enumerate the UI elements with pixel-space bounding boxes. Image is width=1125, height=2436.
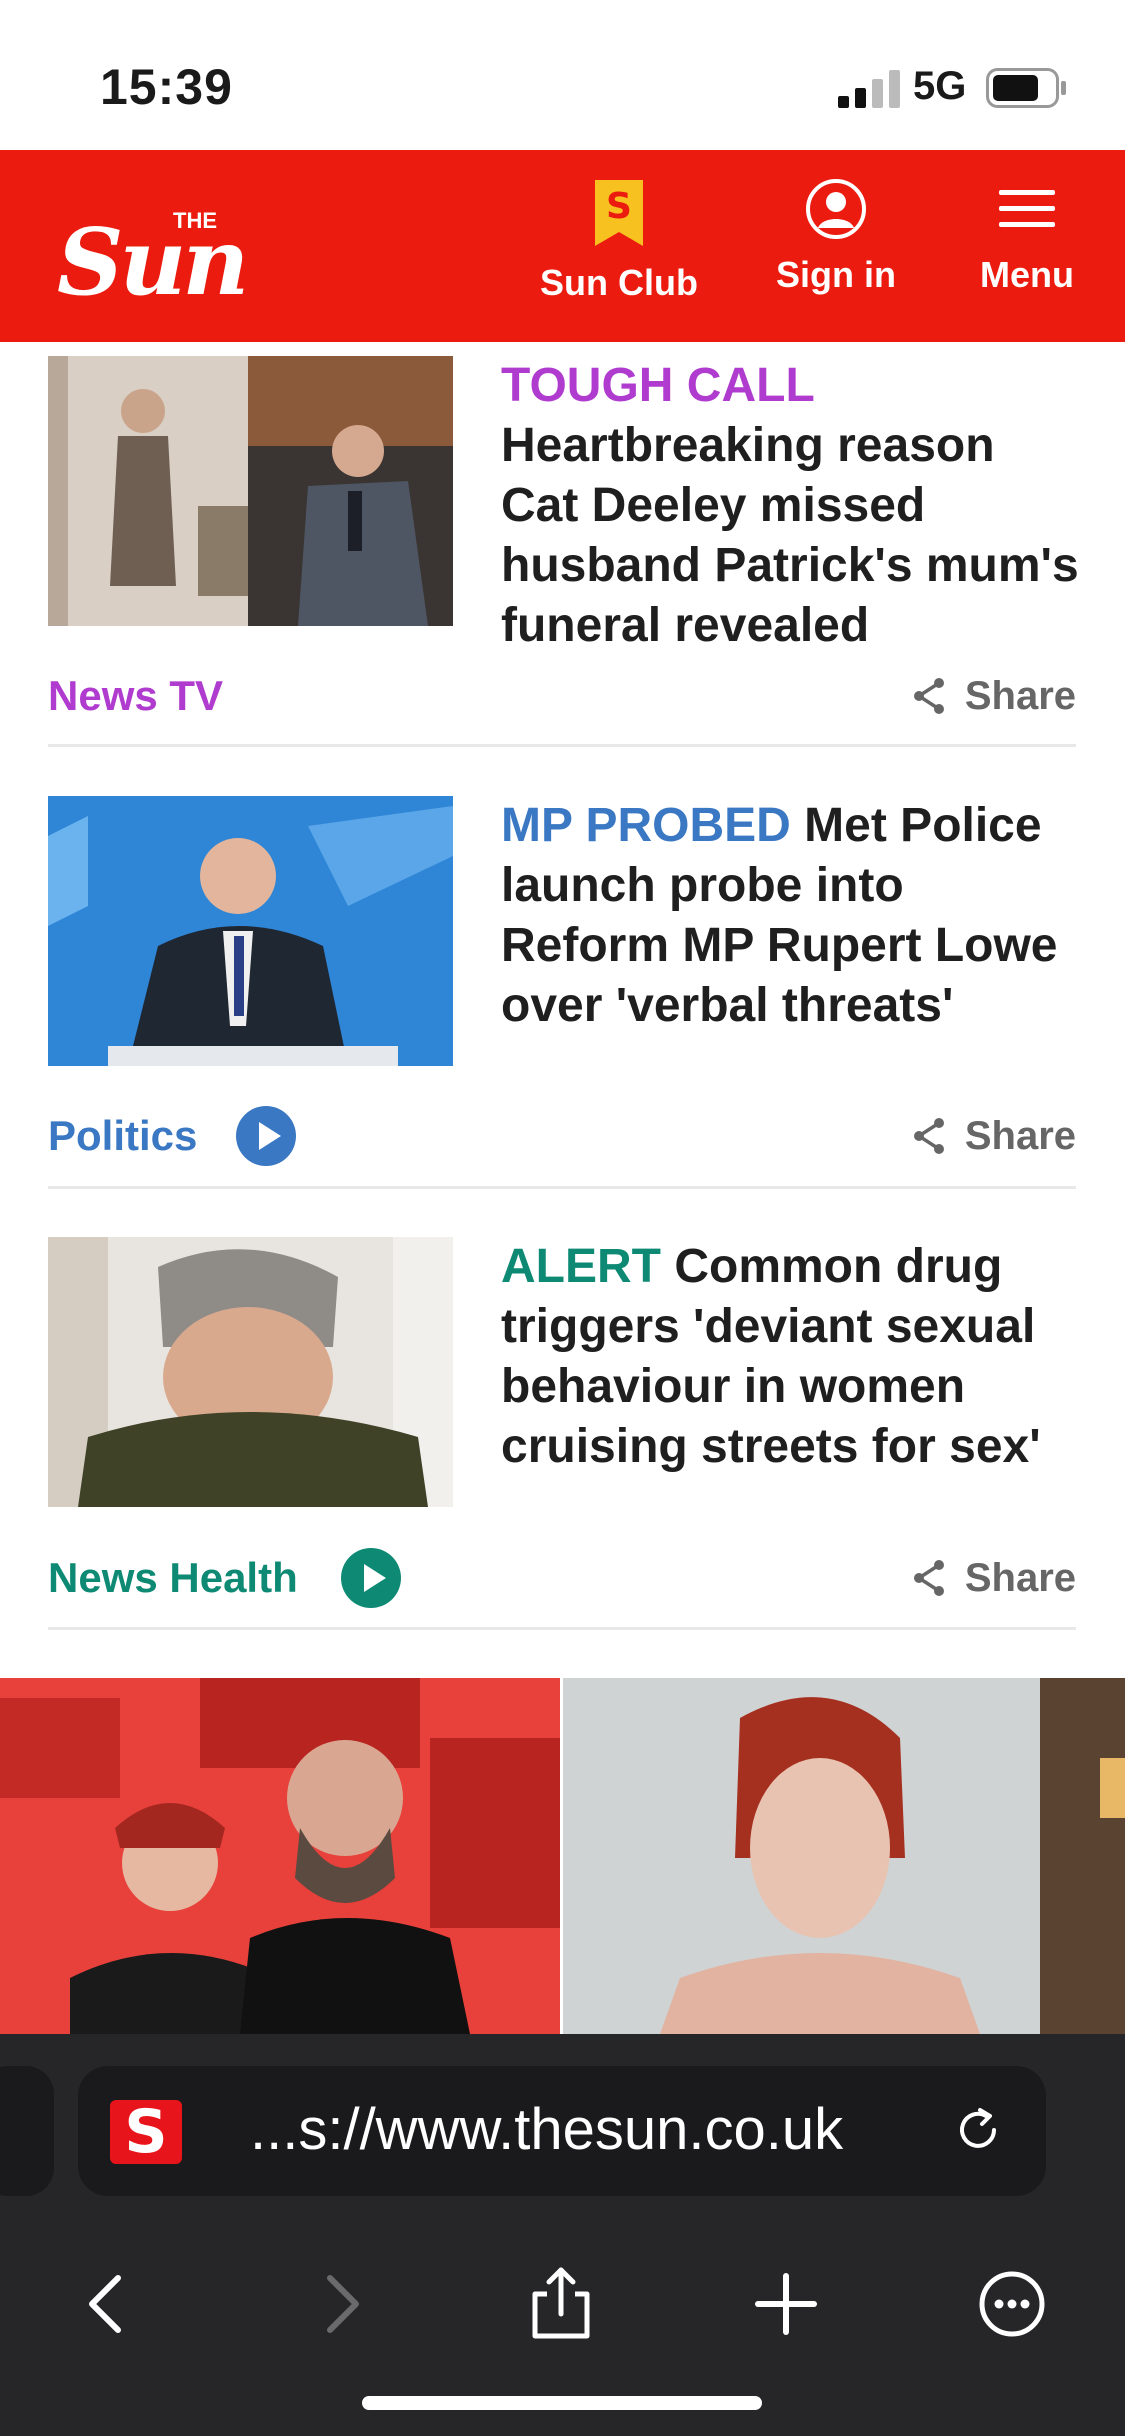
previous-tab[interactable] [0,2066,54,2196]
article-title: Heartbreaking reason Cat Deeley missed h… [501,419,1079,652]
share-label: Share [964,674,1076,718]
status-bar: 15:39 5G [0,0,1125,150]
share-icon [913,1118,944,1154]
site-favicon: S [110,2100,182,2164]
menu-label: Menu [980,254,1074,295]
share-button[interactable]: Share [911,1106,1076,1166]
divider [48,744,1076,747]
section-link[interactable]: Politics [48,1106,197,1166]
share-button[interactable]: Share [911,1548,1076,1608]
site-header: THE Sun S Sun Club Sign in Menu [0,150,1125,342]
article-headline[interactable]: ALERT Common drug triggers 'deviant sexu… [501,1237,1081,1477]
article-headline[interactable]: TOUGH CALL Heartbreaking reason Cat Deel… [501,356,1081,656]
new-tab-icon[interactable] [746,2264,826,2344]
more-options-icon[interactable] [972,2264,1052,2344]
article-image[interactable] [48,796,453,1066]
article-meta: News Health Share [48,1548,1076,1608]
article-meta: News TV Share [48,666,1076,726]
hamburger-icon [999,190,1055,227]
network-type: 5G [913,64,967,108]
forward-icon [327,2275,359,2333]
reload-icon[interactable] [950,2102,1006,2158]
article-headline[interactable]: MP PROBED Met Police launch probe into R… [501,796,1081,1036]
the-sun-logo[interactable]: THE Sun [55,194,300,304]
video-play-icon[interactable] [236,1106,296,1166]
sun-club-label: Sun Club [540,262,698,303]
divider [48,1186,1076,1189]
back-icon[interactable] [68,2264,148,2344]
home-indicator[interactable] [362,2396,762,2410]
article-image[interactable] [48,1237,453,1507]
sun-club-link[interactable]: S Sun Club [540,178,698,304]
sun-club-icon: S [594,180,643,246]
share-button[interactable]: Share [911,666,1076,726]
article-kicker: ALERT [501,1240,661,1293]
svg-text:Sun: Sun [57,208,245,304]
status-time: 15:39 [100,59,233,115]
battery-icon [986,68,1066,108]
divider [48,1627,1076,1630]
share-label: Share [964,1114,1076,1158]
article-kicker: MP PROBED [501,799,791,852]
user-icon [806,179,866,239]
section-link[interactable]: News TV [48,666,223,726]
svg-text:S: S [606,186,632,227]
browser-toolbar: S ...s://www.thesun.co.uk [0,2034,1125,2436]
share-icon [913,678,944,714]
share-label: Share [964,1556,1076,1600]
share-sheet-icon[interactable] [521,2264,601,2344]
address-bar[interactable]: S ...s://www.thesun.co.uk [78,2066,1046,2196]
url-text: ...s://www.thesun.co.uk [250,2097,844,2162]
menu-button[interactable]: Menu [980,178,1074,296]
section-link[interactable]: News Health [48,1548,298,1608]
signal-icon [838,70,900,108]
article-kicker: TOUGH CALL [501,359,815,412]
article-image[interactable] [48,356,453,626]
article-meta: Politics Share [48,1106,1076,1166]
share-icon [913,1560,944,1596]
sign-in-link[interactable]: Sign in [776,178,896,296]
video-play-icon[interactable] [341,1548,401,1608]
sign-in-label: Sign in [776,254,896,295]
featured-image[interactable] [0,1678,1125,2034]
